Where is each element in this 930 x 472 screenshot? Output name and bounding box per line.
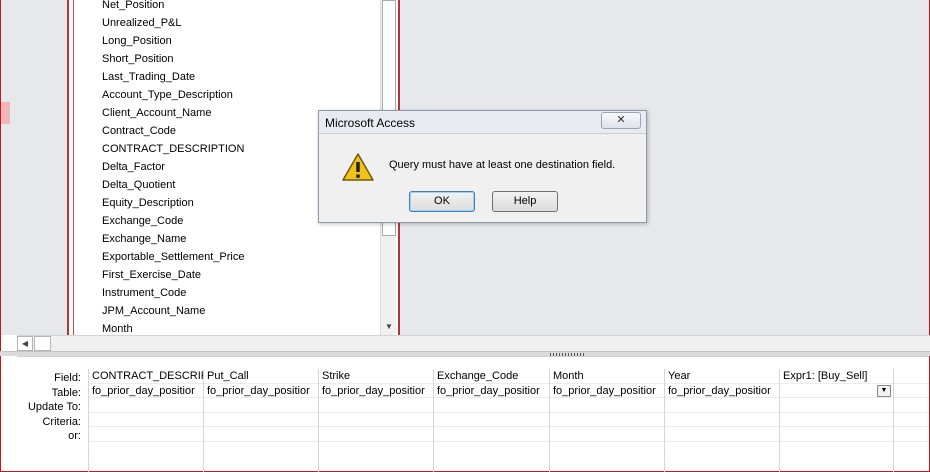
scroll-left-icon[interactable]: ◀ <box>17 336 33 351</box>
grid-column: Year fo_prior_day_positior <box>664 369 779 472</box>
warning-icon <box>341 152 375 185</box>
error-dialog: Microsoft Access ✕ Query must have at le… <box>318 110 647 223</box>
grid-table-cell[interactable] <box>894 384 929 399</box>
grid-table-cell[interactable]: fo_prior_day_positior <box>434 384 549 399</box>
grid-cell[interactable] <box>434 398 549 413</box>
field-list-item[interactable]: Short_Position <box>102 50 382 68</box>
grid-field-cell[interactable]: Expr1: [Buy_Sell] <box>780 369 893 384</box>
grid-cell[interactable] <box>319 413 433 428</box>
field-list-item[interactable]: Exchange_Name <box>102 230 382 248</box>
field-list-item[interactable]: Long_Position <box>102 32 382 50</box>
grid-cell[interactable] <box>894 427 929 442</box>
grid-field-cell[interactable]: Exchange_Code <box>434 369 549 384</box>
grid-row-label: Table: <box>51 386 81 399</box>
field-list-item[interactable]: Net_Position <box>102 0 382 14</box>
grid-cell[interactable] <box>204 398 318 413</box>
grid-cell[interactable] <box>89 398 203 413</box>
grid-cell[interactable] <box>550 413 664 428</box>
grid-field-cell[interactable]: Put_Call <box>204 369 318 384</box>
grid-cell[interactable] <box>665 398 779 413</box>
grid-column: Expr1: [Buy_Sell] ▼ <box>779 369 893 472</box>
dialog-titlebar: Microsoft Access ✕ <box>319 111 646 134</box>
help-button[interactable]: Help <box>492 191 558 212</box>
grid-table-cell[interactable]: fo_prior_day_positior <box>665 384 779 399</box>
field-list-item[interactable]: Instrument_Code <box>102 284 382 302</box>
grid-field-cell[interactable] <box>894 369 929 384</box>
grid-cell[interactable] <box>319 427 433 442</box>
grid-field-cell[interactable]: Month <box>550 369 664 384</box>
grid-cell[interactable] <box>89 427 203 442</box>
grid-table-cell[interactable]: fo_prior_day_positior <box>550 384 664 399</box>
grid-cell[interactable] <box>550 398 664 413</box>
dialog-title: Microsoft Access <box>325 116 416 130</box>
grid-cell[interactable] <box>665 427 779 442</box>
grid-cell[interactable] <box>894 413 929 428</box>
horizontal-scrollbar[interactable]: ◀ <box>17 335 930 351</box>
scroll-down-icon[interactable]: ▼ <box>382 320 396 334</box>
horizontal-scrollbar-thumb[interactable] <box>34 336 51 351</box>
grid-row-label: Update To: <box>27 401 81 414</box>
grid-cell[interactable] <box>550 427 664 442</box>
field-list-item[interactable]: Exportable_Settlement_Price <box>102 248 382 266</box>
grid-column: Month fo_prior_day_positior <box>549 369 664 472</box>
field-list-item[interactable]: Account_Type_Description <box>102 86 382 104</box>
grid-cell[interactable] <box>204 427 318 442</box>
grid-field-cell[interactable]: Year <box>665 369 779 384</box>
grid-cell[interactable] <box>665 413 779 428</box>
grid-row-label: Field: <box>54 372 81 384</box>
grid-column <box>893 369 929 472</box>
grid-cell[interactable] <box>434 413 549 428</box>
grid-cell[interactable] <box>434 427 549 442</box>
design-grid: Field: Table: Update To: Criteria: or: CONTR… <box>17 356 929 472</box>
pane-edge-marker <box>1 102 10 124</box>
grid-column: Put_Call fo_prior_day_positior <box>203 369 318 472</box>
box-border-line <box>73 0 74 335</box>
grid-cell[interactable] <box>894 398 929 413</box>
grid-cell[interactable] <box>89 413 203 428</box>
grid-row-labels: Field: Table: Update To: Criteria: or: <box>17 371 87 444</box>
field-list-item[interactable]: Last_Trading_Date <box>102 68 382 86</box>
grid-cell[interactable] <box>780 413 893 428</box>
grid-cell[interactable] <box>780 427 893 442</box>
field-list-item[interactable]: JPM_Account_Name <box>102 302 382 320</box>
grid-field-cell[interactable]: CONTRACT_DESCRIPTI <box>89 369 203 384</box>
grid-table-cell[interactable]: fo_prior_day_positior <box>204 384 318 399</box>
grid-cell[interactable] <box>204 413 318 428</box>
grid-table-cell[interactable]: fo_prior_day_positior <box>89 384 203 399</box>
grid-column: CONTRACT_DESCRIPTIfo_prior_day_positior <box>88 369 203 472</box>
grid-row-label: or: <box>68 430 81 443</box>
grid-cell[interactable] <box>319 398 433 413</box>
chevron-down-icon[interactable]: ▼ <box>877 385 891 397</box>
grid-table-cell[interactable]: fo_prior_day_positior <box>319 384 433 399</box>
ok-button[interactable]: OK <box>409 191 475 212</box>
grid-row-label: Criteria: <box>42 415 81 428</box>
grid-field-cell[interactable]: Strike <box>319 369 433 384</box>
grid-column: Exchange_Code fo_prior_day_positior <box>433 369 549 472</box>
grid-column: Strike fo_prior_day_positior <box>318 369 433 472</box>
field-list-item[interactable]: First_Exercise_Date <box>102 266 382 284</box>
close-button[interactable]: ✕ <box>601 112 641 129</box>
field-list-item[interactable]: Unrealized_P&L <box>102 14 382 32</box>
grid-cell[interactable] <box>780 398 893 413</box>
dialog-message: Query must have at least one destination… <box>389 159 616 171</box>
